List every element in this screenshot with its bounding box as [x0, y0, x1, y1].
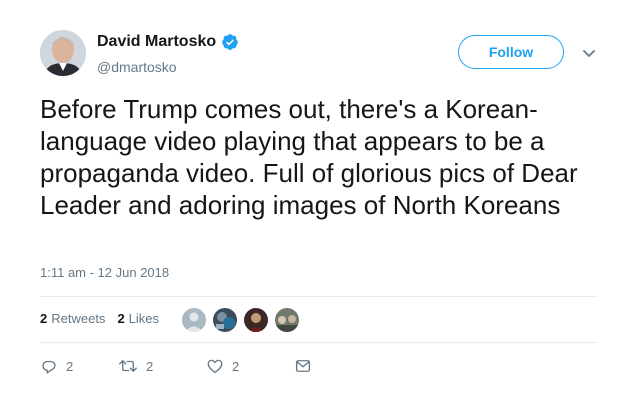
like-button[interactable]: 2	[206, 357, 294, 375]
avatar-photo	[40, 30, 86, 76]
reply-icon	[42, 360, 56, 374]
author-name-row: David Martosko	[97, 33, 239, 51]
envelope-icon	[295, 360, 311, 372]
tweet-card: David Martosko @dmartosko Follow Before …	[0, 0, 638, 404]
liker-avatar[interactable]	[243, 307, 269, 333]
author-avatar[interactable]	[40, 30, 86, 76]
likes-label: Likes	[128, 311, 160, 326]
reply-count: 2	[66, 358, 74, 374]
retweet-count: 2	[146, 358, 154, 374]
retweet-icon	[119, 360, 137, 372]
retweets-count: 2	[40, 311, 48, 326]
direct-message-button[interactable]	[294, 357, 312, 375]
chevron-down-icon[interactable]	[580, 44, 598, 62]
heart-icon	[207, 359, 223, 374]
retweets-label: Retweets	[51, 311, 106, 326]
likes-count: 2	[117, 311, 125, 326]
divider-top	[40, 296, 598, 297]
follow-button[interactable]: Follow	[458, 35, 564, 69]
engagement-stats: 2 Retweets 2 Likes	[40, 311, 171, 326]
tweet-actions: 2 2 2	[40, 357, 312, 375]
retweets-stat[interactable]: 2 Retweets	[40, 311, 105, 326]
verified-badge-icon	[221, 33, 239, 51]
author-handle[interactable]: @dmartosko	[97, 59, 177, 75]
retweet-button[interactable]: 2	[118, 357, 206, 375]
tweet-text: Before Trump comes out, there's a Korean…	[40, 94, 578, 220]
liker-avatar[interactable]	[212, 307, 238, 333]
like-count: 2	[232, 358, 240, 374]
divider-bottom	[40, 342, 598, 343]
likers-avatars	[181, 307, 305, 333]
reply-button[interactable]: 2	[40, 357, 118, 375]
liker-avatar[interactable]	[274, 307, 300, 333]
likes-stat[interactable]: 2 Likes	[117, 311, 159, 326]
liker-avatar[interactable]	[181, 307, 207, 333]
tweet-timestamp[interactable]: 1:11 am - 12 Jun 2018	[40, 265, 169, 280]
author-name[interactable]: David Martosko	[97, 33, 216, 51]
